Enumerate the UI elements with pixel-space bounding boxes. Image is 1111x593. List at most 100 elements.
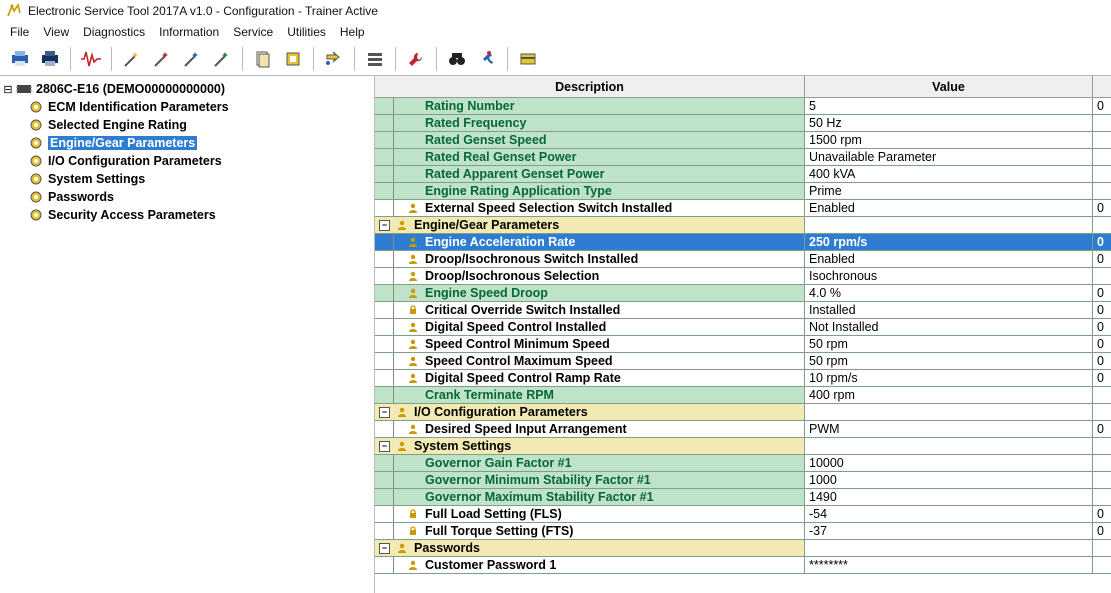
grid-group-row[interactable]: −I/O Configuration Parameters: [375, 404, 1111, 421]
grid-row[interactable]: Rated Genset Speed1500 rpm: [375, 132, 1111, 149]
menu-diagnostics[interactable]: Diagnostics: [79, 23, 155, 41]
grid-cell-value: 400 kVA: [805, 166, 1093, 182]
grid-cell-description: Governor Minimum Stability Factor #1: [375, 472, 805, 488]
running-man-icon[interactable]: [473, 45, 501, 73]
gear-node-icon: [28, 153, 44, 169]
lock-icon: [405, 303, 421, 317]
grid-cell-value: Installed: [805, 302, 1093, 318]
binoculars-icon[interactable]: [443, 45, 471, 73]
col-value[interactable]: Value: [805, 76, 1093, 97]
tree-item[interactable]: Security Access Parameters: [2, 206, 372, 224]
wand-yellow-icon[interactable]: [118, 45, 146, 73]
grid-row[interactable]: Digital Speed Control Ramp Rate10 rpm/s0: [375, 370, 1111, 387]
gear-node-icon: [28, 99, 44, 115]
menu-utilities[interactable]: Utilities: [283, 23, 336, 41]
blank-icon: [405, 473, 421, 487]
tree-item[interactable]: Passwords: [2, 188, 372, 206]
waveform-icon[interactable]: [77, 45, 105, 73]
grid-desc-text: Rated Apparent Genset Power: [425, 167, 604, 181]
grid-cell-extra: [1093, 455, 1111, 471]
grid-cell-extra: [1093, 540, 1111, 556]
grid-row[interactable]: Engine Acceleration Rate250 rpm/s0: [375, 234, 1111, 251]
blank-icon: [405, 116, 421, 130]
menu-file[interactable]: File: [6, 23, 39, 41]
grid-row[interactable]: Governor Minimum Stability Factor #11000: [375, 472, 1111, 489]
col-extra[interactable]: [1093, 76, 1111, 97]
grid-row[interactable]: Governor Gain Factor #110000: [375, 455, 1111, 472]
grid-group-row[interactable]: −Engine/Gear Parameters: [375, 217, 1111, 234]
minus-icon[interactable]: −: [379, 220, 390, 231]
tree-item[interactable]: Selected Engine Rating: [2, 116, 372, 134]
grid-cell-extra: 0: [1093, 319, 1111, 335]
tree-item[interactable]: System Settings: [2, 170, 372, 188]
grid-row[interactable]: Digital Speed Control InstalledNot Insta…: [375, 319, 1111, 336]
menu-help[interactable]: Help: [336, 23, 375, 41]
grid-row[interactable]: Droop/Isochronous SelectionIsochronous: [375, 268, 1111, 285]
minus-icon[interactable]: −: [379, 407, 390, 418]
toolbar-separator: [242, 47, 243, 71]
grid-row[interactable]: Full Load Setting (FLS)-540: [375, 506, 1111, 523]
printer-dark-icon[interactable]: [36, 45, 64, 73]
wand-green-icon[interactable]: [208, 45, 236, 73]
tree-item[interactable]: I/O Configuration Parameters: [2, 152, 372, 170]
wand-blue-icon[interactable]: [178, 45, 206, 73]
tree-item-label: Passwords: [48, 190, 114, 204]
grid-cell-description: −System Settings: [375, 438, 805, 454]
grid-row[interactable]: Crank Terminate RPM400 rpm: [375, 387, 1111, 404]
grid-cell-extra: 0: [1093, 336, 1111, 352]
menu-service[interactable]: Service: [229, 23, 283, 41]
document-stack-icon[interactable]: [249, 45, 277, 73]
minus-icon[interactable]: ⊟: [2, 83, 14, 96]
grid-row[interactable]: Governor Maximum Stability Factor #11490: [375, 489, 1111, 506]
grid-row[interactable]: Rated Real Genset PowerUnavailable Param…: [375, 149, 1111, 166]
tree-item-label: I/O Configuration Parameters: [48, 154, 222, 168]
grid-row[interactable]: Droop/Isochronous Switch InstalledEnable…: [375, 251, 1111, 268]
minus-icon[interactable]: −: [379, 543, 390, 554]
arrows-right-icon[interactable]: [320, 45, 348, 73]
chip-yellow-icon[interactable]: [279, 45, 307, 73]
gear-node-icon: [28, 207, 44, 223]
grid-group-row[interactable]: −Passwords: [375, 540, 1111, 557]
grid-group-row[interactable]: −System Settings: [375, 438, 1111, 455]
grid-row[interactable]: Customer Password 1********: [375, 557, 1111, 574]
grid-row[interactable]: Speed Control Maximum Speed50 rpm0: [375, 353, 1111, 370]
grid-row[interactable]: Desired Speed Input ArrangementPWM0: [375, 421, 1111, 438]
grid-cell-description: Governor Maximum Stability Factor #1: [375, 489, 805, 505]
wand-red-icon[interactable]: [148, 45, 176, 73]
grid-row[interactable]: Engine Speed Droop4.0 %0: [375, 285, 1111, 302]
grid-cell-extra: 0: [1093, 98, 1111, 114]
menu-information[interactable]: Information: [155, 23, 229, 41]
grid-row[interactable]: Speed Control Minimum Speed50 rpm0: [375, 336, 1111, 353]
grid-row[interactable]: Rating Number50: [375, 98, 1111, 115]
menu-view[interactable]: View: [39, 23, 79, 41]
blank-icon: [405, 99, 421, 113]
grid-cell-description: Engine Acceleration Rate: [375, 234, 805, 250]
tree-item[interactable]: ECM Identification Parameters: [2, 98, 372, 116]
grid-desc-text: Desired Speed Input Arrangement: [425, 422, 627, 436]
col-description[interactable]: Description: [375, 76, 805, 97]
bars-icon[interactable]: [361, 45, 389, 73]
grid-row[interactable]: Rated Apparent Genset Power 400 kVA: [375, 166, 1111, 183]
minus-icon[interactable]: −: [379, 441, 390, 452]
grid-cell-value: 1490: [805, 489, 1093, 505]
toolbar-separator: [436, 47, 437, 71]
grid-row[interactable]: Critical Override Switch InstalledInstal…: [375, 302, 1111, 319]
tree-item-label: Engine/Gear Parameters: [48, 136, 197, 150]
tree-item[interactable]: Engine/Gear Parameters: [2, 134, 372, 152]
grid-cell-value: [805, 217, 1093, 233]
grid-desc-text: Governor Gain Factor #1: [425, 456, 572, 470]
parameters-grid: Description Value Rating Number50Rated F…: [375, 76, 1111, 593]
wrench-red-icon[interactable]: [402, 45, 430, 73]
grid-row[interactable]: External Speed Selection Switch Installe…: [375, 200, 1111, 217]
tree-root-label: 2806C-E16 (DEMO00000000000): [36, 82, 225, 96]
grid-row[interactable]: Engine Rating Application TypePrime: [375, 183, 1111, 200]
tree-root-node[interactable]: ⊟ 2806C-E16 (DEMO00000000000): [2, 80, 372, 98]
grid-cell-value: [805, 404, 1093, 420]
printer-blue-icon[interactable]: [6, 45, 34, 73]
grid-row[interactable]: Rated Frequency50 Hz: [375, 115, 1111, 132]
card-yellow-icon[interactable]: [514, 45, 542, 73]
grid-desc-text: Engine Acceleration Rate: [425, 235, 575, 249]
toolbar-separator: [313, 47, 314, 71]
toolbar-separator: [354, 47, 355, 71]
grid-row[interactable]: Full Torque Setting (FTS)-370: [375, 523, 1111, 540]
